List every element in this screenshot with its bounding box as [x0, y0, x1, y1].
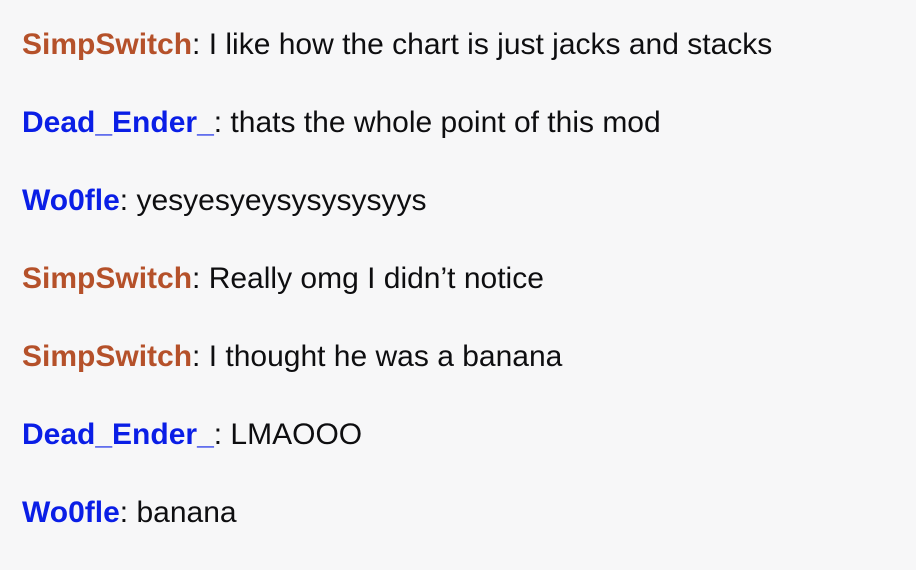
chat-text: LMAOOO [230, 418, 363, 451]
chat-username[interactable]: SimpSwitch [22, 262, 192, 295]
chat-message-list: SimpSwitch: I like how the chart is just… [0, 0, 916, 564]
chat-username[interactable]: Dead_Ender_ [22, 418, 214, 451]
chat-text: I like how the chart is just jacks and s… [208, 28, 773, 61]
chat-separator: : [119, 496, 137, 529]
chat-username[interactable]: SimpSwitch [22, 28, 192, 61]
chat-message: SimpSwitch: Really omg I didn’t notice [22, 258, 916, 336]
chat-text: Really omg I didn’t notice [208, 262, 544, 295]
chat-separator: : [213, 106, 231, 139]
chat-message: SimpSwitch: I thought he was a banana [22, 336, 916, 414]
chat-message: Dead_Ender_: LMAOOO [22, 414, 916, 492]
chat-separator: : [192, 340, 209, 373]
chat-text: banana [136, 496, 237, 529]
chat-text: thats the whole point of this mod [230, 106, 661, 139]
chat-username[interactable]: Dead_Ender_ [22, 106, 214, 139]
chat-message: SimpSwitch: I like how the chart is just… [22, 24, 916, 102]
chat-separator: : [213, 418, 231, 451]
chat-message: Wo0fle: banana [22, 492, 916, 570]
chat-username[interactable]: Wo0fle [22, 184, 120, 217]
chat-username[interactable]: Wo0fle [22, 496, 120, 529]
chat-separator: : [192, 262, 209, 295]
chat-text: I thought he was a banana [208, 340, 563, 373]
chat-message: Dead_Ender_: thats the whole point of th… [22, 102, 916, 180]
chat-separator: : [192, 28, 209, 61]
chat-text: yesyesyeysysysysyys [136, 184, 427, 217]
chat-message: Wo0fle: yesyesyeysysysysyys [22, 180, 916, 258]
chat-separator: : [119, 184, 137, 217]
chat-username[interactable]: SimpSwitch [22, 340, 192, 373]
